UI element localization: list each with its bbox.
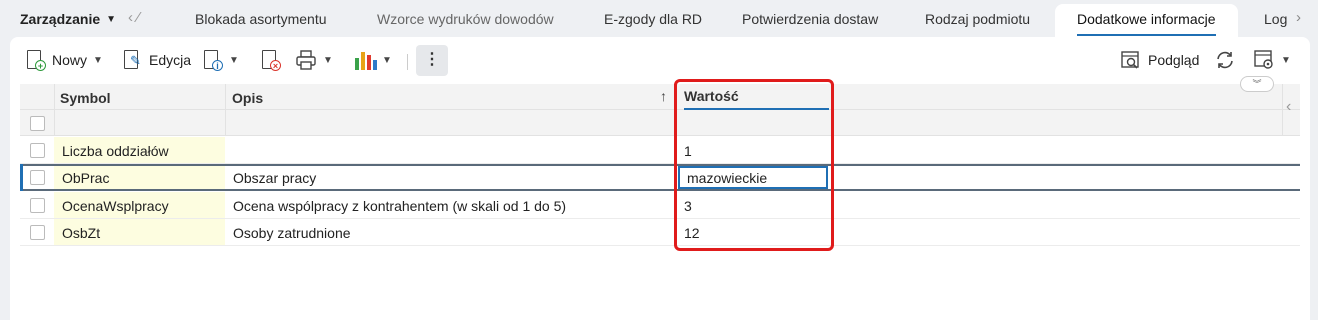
document-info-icon: i <box>201 49 223 71</box>
tab-wzorce-wydrukow[interactable]: Wzorce wydruków dowodów <box>377 11 554 27</box>
chevron-down-icon: ▼ <box>106 13 117 25</box>
settings-gear-icon <box>1253 49 1275 71</box>
cell-opis: Obszar pracy <box>233 170 317 186</box>
tab-e-zgody[interactable]: E-zgody dla RD <box>604 11 702 27</box>
select-all-checkbox[interactable] <box>30 116 45 131</box>
main-panel: + Nowy ▼ ✎ Edycja i ▼ × ▼ ▼ ⋮ Podgląd ▼ … <box>10 37 1310 320</box>
refresh-button[interactable] <box>1214 49 1236 71</box>
column-divider <box>225 84 226 136</box>
tab-dodatkowe-informacje[interactable]: Dodatkowe informacje <box>1055 4 1238 38</box>
row-checkbox[interactable] <box>30 143 45 158</box>
tabs-scroll-right-icon[interactable]: › <box>1296 9 1301 26</box>
printer-icon <box>295 49 317 71</box>
chevron-down-icon[interactable]: ▼ <box>229 55 239 66</box>
tab-blokada-asortymentu[interactable]: Blokada asortymentu <box>195 11 327 27</box>
table-row-selected[interactable]: ObPrac Obszar pracy mazowieckie <box>20 164 1300 191</box>
row-checkbox[interactable] <box>30 225 45 240</box>
sort-arrow-icon[interactable]: ↑ <box>660 88 667 104</box>
chevron-left-icon[interactable]: ‹ <box>1286 98 1291 116</box>
table-row[interactable]: OsbZt Osoby zatrudnione 12 <box>20 219 1300 246</box>
column-divider <box>1282 84 1283 136</box>
column-header-symbol[interactable]: Symbol <box>60 90 111 106</box>
cell-opis: Ocena wspólpracy z kontrahentem (w skali… <box>233 198 567 214</box>
bar-chart-icon <box>354 49 377 71</box>
cell-symbol: Liczba oddziałów <box>54 137 225 163</box>
row-checkbox[interactable] <box>30 170 45 185</box>
data-grid: Symbol Opis ↑ Wartość ︾ ‹ Liczba oddział… <box>20 76 1300 246</box>
table-row[interactable]: Liczba oddziałów 1 <box>20 137 1300 164</box>
new-button-label: Nowy <box>52 52 88 68</box>
preview-icon <box>1120 49 1142 71</box>
preview-button-label: Podgląd <box>1148 52 1200 68</box>
tab-rodzaj-podmiotu[interactable]: Rodzaj podmiotu <box>925 11 1030 27</box>
preview-button[interactable]: Podgląd <box>1120 49 1199 71</box>
column-header-opis[interactable]: Opis <box>232 90 263 106</box>
tab-potwierdzenia-dostaw[interactable]: Potwierdzenia dostaw <box>742 11 878 27</box>
new-document-icon: + <box>24 49 46 71</box>
edit-button-label: Edycja <box>149 52 192 68</box>
toolbar: + Nowy ▼ ✎ Edycja i ▼ × ▼ ▼ ⋮ Podgląd ▼ <box>10 37 1310 83</box>
grid-header: Symbol Opis ↑ Wartość ︾ <box>20 76 1300 110</box>
view-settings-button[interactable]: ▼ <box>1253 49 1291 71</box>
collapse-chevron-icon[interactable]: ︾ <box>1240 76 1274 92</box>
chevron-down-icon[interactable]: ▼ <box>323 55 333 66</box>
chevron-down-icon[interactable]: ▼ <box>93 55 103 66</box>
chevron-down-icon[interactable]: ▼ <box>1281 55 1291 66</box>
chart-button[interactable]: ▼ <box>354 49 392 71</box>
management-menu-label: Zarządzanie <box>20 11 101 27</box>
edit-button[interactable]: ✎ Edycja <box>121 49 191 71</box>
management-menu-button[interactable]: Zarządzanie ▼ <box>20 11 116 27</box>
highlight-box <box>674 79 834 251</box>
refresh-icon <box>1214 49 1236 71</box>
filter-row <box>20 110 1300 136</box>
document-info-button[interactable]: i ▼ <box>201 49 239 71</box>
print-button[interactable]: ▼ <box>295 49 333 71</box>
cell-opis: Osoby zatrudnione <box>233 225 351 241</box>
tab-log[interactable]: Log <box>1264 11 1287 27</box>
tab-bar: Zarządzanie ▼ ‹ ⁄ Blokada asortymentu Wz… <box>0 0 1318 38</box>
cell-symbol: OsbZt <box>54 219 225 245</box>
edit-document-icon: ✎ <box>121 49 143 71</box>
new-button[interactable]: + Nowy ▼ <box>24 49 103 71</box>
delete-document-icon: × <box>259 49 281 71</box>
more-options-button[interactable]: ⋮ <box>416 45 448 76</box>
cell-symbol: ObPrac <box>54 166 225 189</box>
table-row[interactable]: OcenaWsplpracy Ocena wspólpracy z kontra… <box>20 192 1300 219</box>
toolbar-separator <box>407 54 408 70</box>
chevron-down-icon[interactable]: ▼ <box>382 55 392 66</box>
tabs-scroll-left-icon[interactable]: ‹ ⁄ <box>128 9 140 26</box>
cell-symbol: OcenaWsplpracy <box>54 192 225 218</box>
row-checkbox[interactable] <box>30 198 45 213</box>
delete-button[interactable]: × <box>259 49 281 71</box>
column-divider <box>54 84 55 136</box>
